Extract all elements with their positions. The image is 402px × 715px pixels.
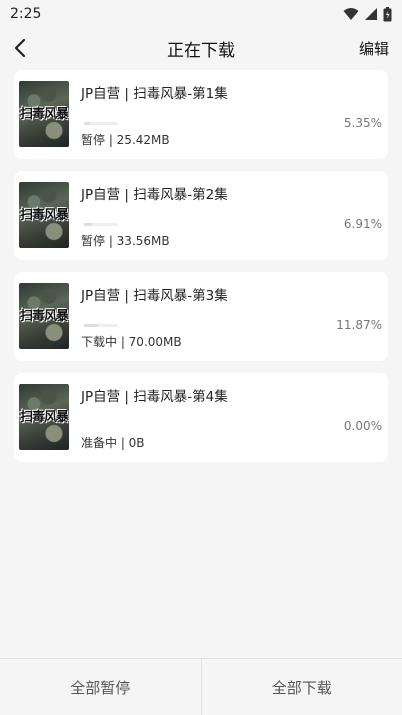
video-thumbnail: 扫毒风暴 xyxy=(19,81,69,147)
thumbnail-title: 扫毒风暴 xyxy=(20,208,69,223)
progress-bar xyxy=(84,223,118,226)
download-item[interactable]: 扫毒风暴 JP自营 | 扫毒风暴-第3集 下载中 | 70.00MB 11.87… xyxy=(14,272,388,361)
download-item[interactable]: 扫毒风暴 JP自营 | 扫毒风暴-第4集 准备中 | 0B 0.00% xyxy=(14,373,388,462)
download-info: JP自营 | 扫毒风暴-第3集 下载中 | 70.00MB 11.87% xyxy=(81,282,382,351)
download-status: 暂停 | 25.42MB xyxy=(81,133,170,147)
back-button[interactable] xyxy=(13,36,37,60)
status-icons xyxy=(343,6,392,22)
download-title: JP自营 | 扫毒风暴-第1集 xyxy=(81,86,228,102)
thumbnail-title: 扫毒风暴 xyxy=(20,107,69,122)
nav-bar: 正在下载 编辑 xyxy=(0,28,402,68)
download-info: JP自营 | 扫毒风暴-第4集 准备中 | 0B 0.00% xyxy=(81,383,382,452)
video-thumbnail: 扫毒风暴 xyxy=(19,384,69,450)
download-title: JP自营 | 扫毒风暴-第3集 xyxy=(81,288,228,304)
status-bar: 2:25 xyxy=(0,0,402,28)
download-title: JP自营 | 扫毒风暴-第4集 xyxy=(81,389,228,405)
download-percent: 5.35% xyxy=(343,116,382,130)
download-list: 扫毒风暴 JP自营 | 扫毒风暴-第1集 暂停 | 25.42MB 5.35% … xyxy=(0,70,402,462)
download-info: JP自营 | 扫毒风暴-第1集 暂停 | 25.42MB 5.35% xyxy=(81,80,382,149)
download-percent: 6.91% xyxy=(343,217,382,231)
thumbnail-title: 扫毒风暴 xyxy=(20,410,69,425)
bottom-action-bar: 全部暂停 全部下载 xyxy=(0,658,402,715)
download-percent: 11.87% xyxy=(336,318,382,332)
battery-icon xyxy=(383,6,392,21)
download-status: 暂停 | 33.56MB xyxy=(81,234,170,248)
download-title: JP自营 | 扫毒风暴-第2集 xyxy=(81,187,228,203)
pause-all-button[interactable]: 全部暂停 xyxy=(0,659,201,715)
edit-button[interactable]: 编辑 xyxy=(359,38,389,59)
download-status: 准备中 | 0B xyxy=(81,436,145,450)
wifi-icon xyxy=(343,8,359,20)
thumbnail-title: 扫毒风暴 xyxy=(20,309,69,324)
signal-icon xyxy=(365,8,377,20)
video-thumbnail: 扫毒风暴 xyxy=(19,283,69,349)
progress-fill xyxy=(84,223,93,226)
download-item[interactable]: 扫毒风暴 JP自营 | 扫毒风暴-第2集 暂停 | 33.56MB 6.91% xyxy=(14,171,388,260)
progress-fill xyxy=(84,122,91,125)
download-all-button[interactable]: 全部下载 xyxy=(200,659,402,715)
back-arrow-icon xyxy=(14,38,26,58)
video-thumbnail: 扫毒风暴 xyxy=(19,182,69,248)
download-info: JP自营 | 扫毒风暴-第2集 暂停 | 33.56MB 6.91% xyxy=(81,181,382,250)
download-item[interactable]: 扫毒风暴 JP自营 | 扫毒风暴-第1集 暂停 | 25.42MB 5.35% xyxy=(14,70,388,159)
progress-fill xyxy=(84,324,99,327)
page-title: 正在下载 xyxy=(167,40,235,61)
progress-bar xyxy=(84,324,118,327)
download-status: 下载中 | 70.00MB xyxy=(81,335,182,349)
progress-bar xyxy=(84,122,118,125)
download-percent: 0.00% xyxy=(343,419,382,433)
status-time: 2:25 xyxy=(10,6,42,22)
